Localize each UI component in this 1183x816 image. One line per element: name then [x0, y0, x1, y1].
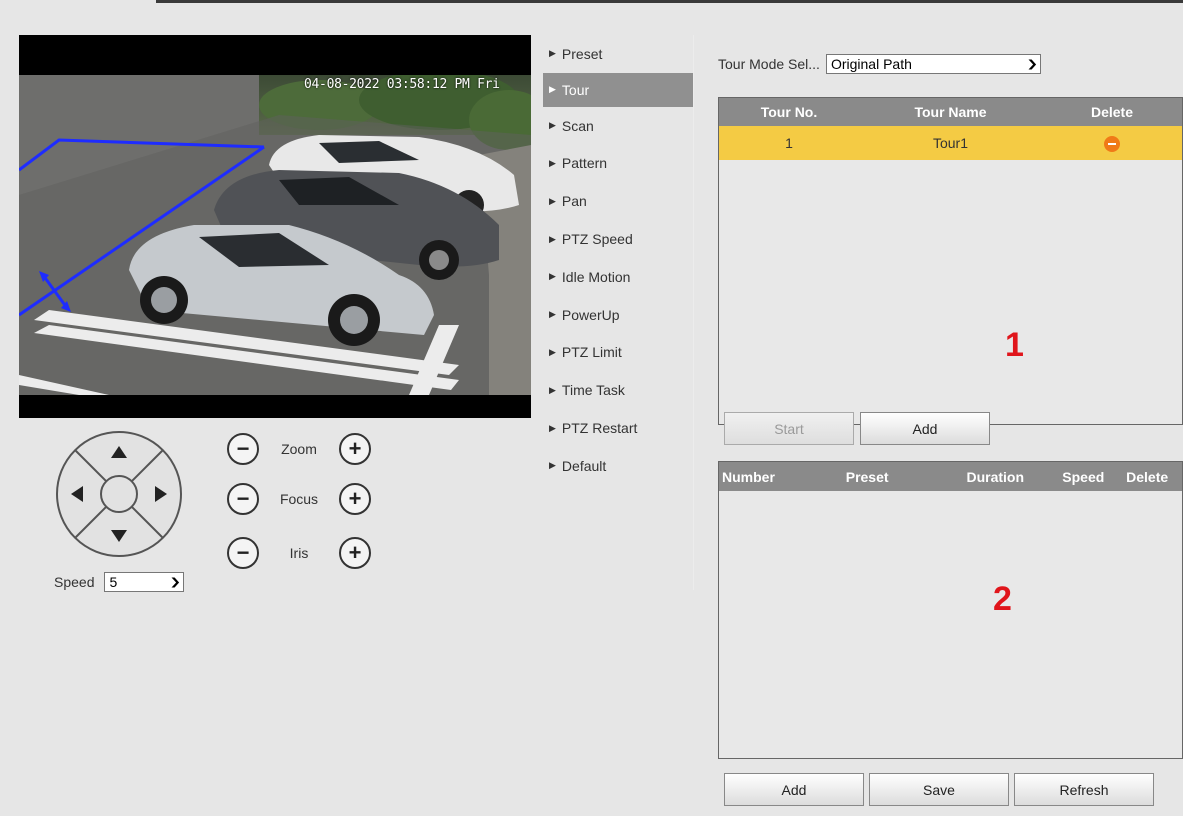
- plus-icon: +: [348, 486, 362, 511]
- caret-right-icon: ▶: [549, 195, 556, 206]
- menu-divider: [693, 35, 694, 590]
- camera-scene-image: [19, 75, 531, 395]
- delete-cell: [1042, 134, 1182, 152]
- ptz-direction-pad[interactable]: [55, 430, 183, 558]
- caret-right-icon: ▶: [549, 422, 556, 433]
- iris-control: − Iris +: [227, 537, 371, 569]
- caret-right-icon: ▶: [549, 157, 556, 168]
- menu-item-default[interactable]: ▶ Default: [543, 447, 693, 485]
- tour-table-header: Tour No. Tour Name Delete: [719, 98, 1182, 126]
- iris-close-button[interactable]: −: [227, 537, 259, 569]
- menu-item-preset[interactable]: ▶ Preset: [543, 35, 693, 73]
- caret-right-icon: ▶: [549, 309, 556, 320]
- top-border: [156, 0, 1183, 3]
- zoom-control: − Zoom +: [227, 433, 371, 465]
- header-tour-name: Tour Name: [914, 104, 987, 120]
- header-delete: Delete: [1126, 468, 1169, 485]
- caret-right-icon: ▶: [549, 120, 556, 131]
- chevron-down-icon: ❯: [1025, 58, 1038, 70]
- header-delete: Delete: [1090, 104, 1134, 120]
- menu-item-ptz-limit[interactable]: ▶ PTZ Limit: [543, 334, 693, 372]
- focus-near-button[interactable]: −: [227, 483, 259, 515]
- start-button[interactable]: Start: [724, 412, 854, 445]
- menu-item-scan[interactable]: ▶ Scan: [543, 107, 693, 145]
- zoom-out-button[interactable]: −: [227, 433, 259, 465]
- tour-mode-row: Tour Mode Sel... Original Path ❯: [718, 54, 1041, 74]
- minus-icon: −: [236, 436, 250, 461]
- tour-mode-label: Tour Mode Sel...: [718, 56, 820, 72]
- callout-number-2: 2: [993, 580, 1012, 618]
- delete-icon[interactable]: [1104, 135, 1120, 152]
- speed-select[interactable]: 5 ❯: [104, 572, 185, 592]
- save-button[interactable]: Save: [869, 773, 1009, 806]
- speed-value: 5: [109, 574, 118, 590]
- menu-item-powerup[interactable]: ▶ PowerUp: [543, 296, 693, 334]
- ptz-center-button[interactable]: [100, 475, 138, 513]
- zoom-label: Zoom: [281, 441, 317, 457]
- speed-control: Speed 5 ❯: [54, 572, 185, 592]
- tour-mode-value: Original Path: [830, 56, 912, 72]
- menu-item-pattern[interactable]: ▶ Pattern: [543, 145, 693, 183]
- caret-right-icon: ▶: [549, 233, 556, 244]
- tour-name-cell: Tour1: [932, 135, 969, 151]
- minus-icon: −: [236, 540, 250, 565]
- callout-number-1: 1: [1005, 326, 1024, 364]
- header-duration: Duration: [966, 468, 1025, 485]
- speed-label: Speed: [54, 574, 95, 590]
- add-tour-button[interactable]: Add: [860, 412, 990, 445]
- preset-table-header: Number Preset Duration Speed Delete: [719, 462, 1182, 491]
- zoom-in-button[interactable]: +: [339, 433, 371, 465]
- add-preset-button[interactable]: Add: [724, 773, 864, 806]
- live-video[interactable]: 04-08-2022 03:58:12 PM Fri: [19, 35, 531, 418]
- caret-right-icon: ▶: [549, 48, 556, 59]
- tour-no-cell: 1: [785, 135, 793, 151]
- header-number: Number: [722, 468, 775, 485]
- minus-icon: −: [236, 486, 250, 511]
- menu-item-time-task[interactable]: ▶ Time Task: [543, 371, 693, 409]
- iris-label: Iris: [289, 545, 309, 561]
- caret-right-icon: ▶: [549, 384, 556, 395]
- menu-item-pan[interactable]: ▶ Pan: [543, 182, 693, 220]
- chevron-down-icon: ❯: [169, 576, 182, 588]
- caret-right-icon: ▶: [549, 84, 556, 95]
- focus-far-button[interactable]: +: [339, 483, 371, 515]
- caret-right-icon: ▶: [549, 346, 556, 357]
- menu-item-ptz-speed[interactable]: ▶ PTZ Speed: [543, 220, 693, 258]
- header-tour-no: Tour No.: [760, 104, 818, 120]
- menu-item-ptz-restart[interactable]: ▶ PTZ Restart: [543, 409, 693, 447]
- focus-control: − Focus +: [227, 483, 371, 515]
- refresh-button[interactable]: Refresh: [1014, 773, 1154, 806]
- video-timestamp: 04-08-2022 03:58:12 PM Fri: [304, 77, 500, 92]
- focus-label: Focus: [279, 491, 319, 507]
- plus-icon: +: [348, 540, 362, 565]
- caret-right-icon: ▶: [549, 271, 556, 282]
- tour-mode-select[interactable]: Original Path ❯: [825, 54, 1041, 74]
- tour-table: Tour No. Tour Name Delete 1 Tour1: [718, 97, 1183, 425]
- tour-preset-table: Number Preset Duration Speed Delete: [718, 461, 1183, 759]
- menu-item-idle-motion[interactable]: ▶ Idle Motion: [543, 258, 693, 296]
- table-row[interactable]: 1 Tour1: [719, 126, 1182, 160]
- iris-open-button[interactable]: +: [339, 537, 371, 569]
- menu-item-tour[interactable]: ▶ Tour: [543, 72, 693, 107]
- ptz-function-menu: ▶ Preset ▶ Tour ▶ Scan ▶ Pattern ▶ Pan ▶ PTZ S…: [543, 35, 693, 485]
- header-preset: Preset: [845, 468, 889, 485]
- header-speed: Speed: [1062, 468, 1105, 485]
- plus-icon: +: [348, 436, 362, 461]
- caret-right-icon: ▶: [549, 460, 556, 471]
